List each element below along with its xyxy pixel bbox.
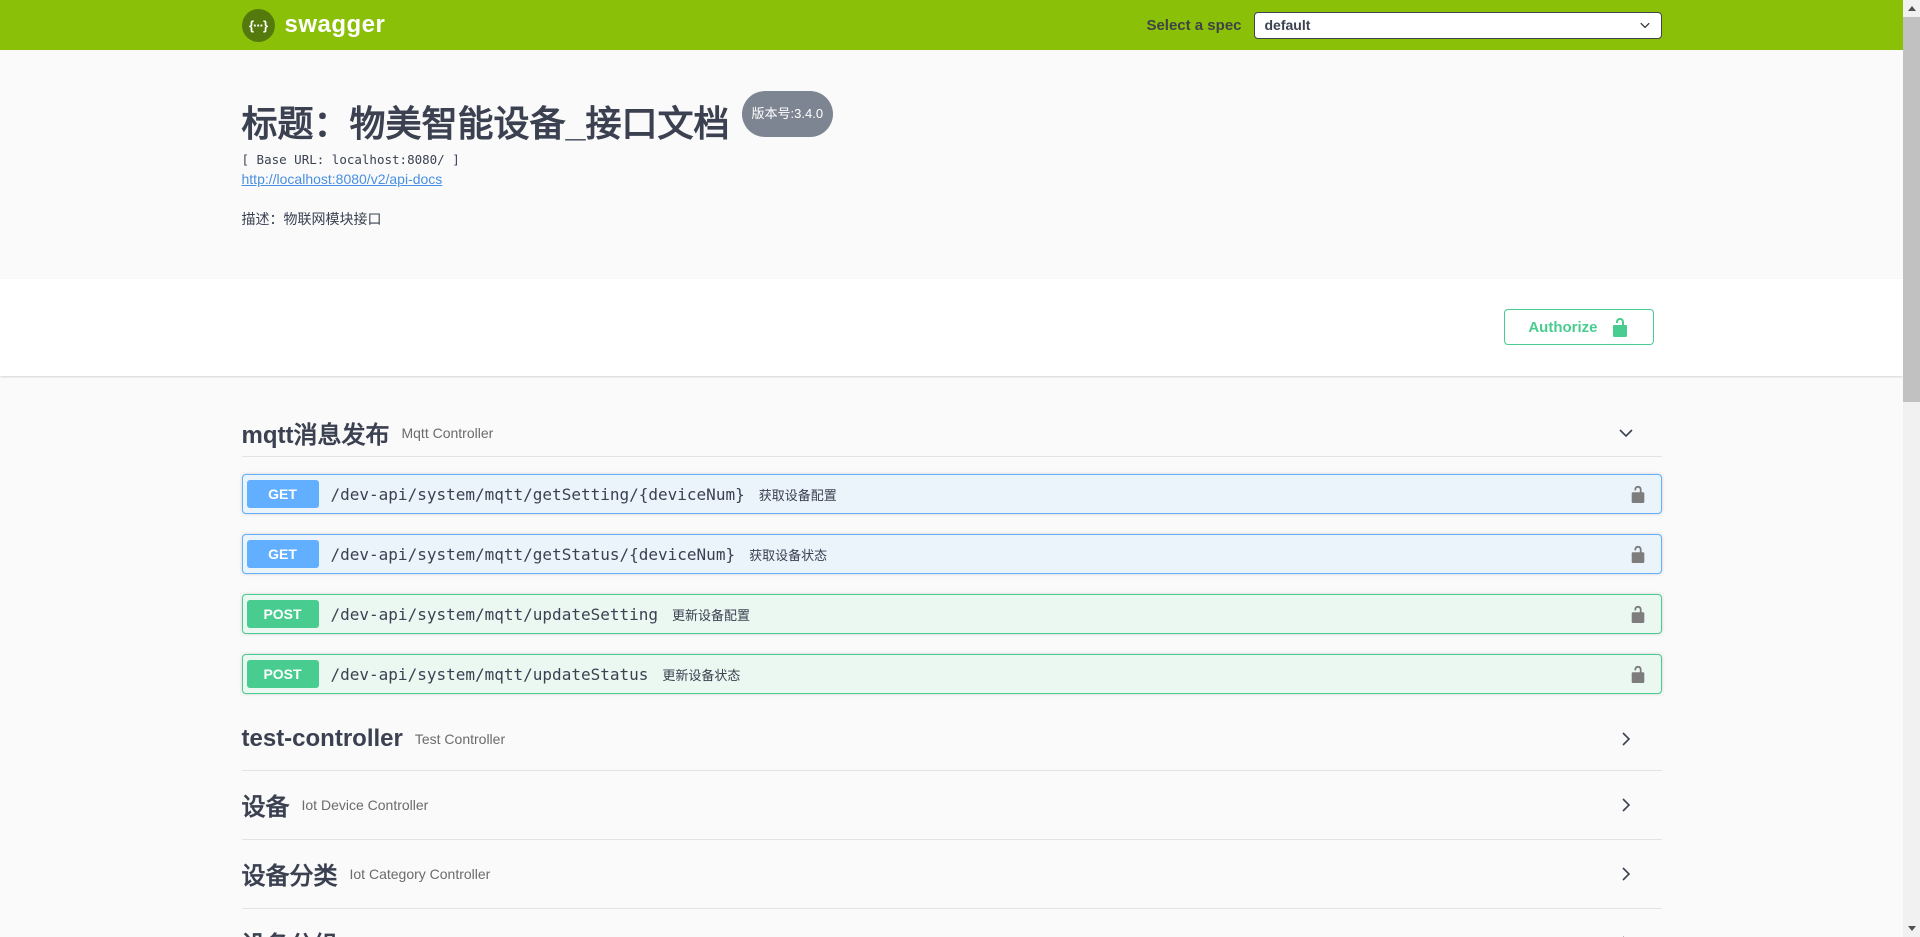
operations-list: mqtt消息发布 Mqtt Controller GET /dev-api/sy… [242,376,1662,937]
section-controller-name: Mqtt Controller [401,425,493,441]
authorize-button-label: Authorize [1528,319,1597,336]
section-header-mqtt[interactable]: mqtt消息发布 Mqtt Controller [242,410,1662,457]
api-description: 描述：物联网模块接口 [242,209,1662,229]
triangle-up-icon [1908,6,1916,11]
scrollbar-up-button[interactable] [1903,0,1920,17]
chevron-down-icon [1616,423,1636,443]
lock-icon-button[interactable] [1629,485,1647,503]
operation-path: /dev-api/system/mqtt/getSetting/{deviceN… [331,485,745,504]
chevron-right-icon [1616,933,1636,937]
swagger-logo-text: swagger [285,11,386,39]
method-badge: POST [247,600,319,628]
swagger-logo-icon: {···} [242,9,275,42]
operation-path: /dev-api/system/mqtt/getStatus/{deviceNu… [331,545,736,564]
swagger-logo-link[interactable]: {···} swagger [242,9,386,42]
operation-rows: GET /dev-api/system/mqtt/getSetting/{dev… [242,457,1662,709]
spec-select-value: default [1265,17,1311,33]
section-title: 设备 [242,787,290,822]
operation-path: /dev-api/system/mqtt/updateSetting [331,605,659,624]
scrollbar-down-button[interactable] [1903,920,1920,937]
topbar: {···} swagger Select a spec default [0,0,1903,50]
operation-summary: 更新设备配置 [672,605,750,624]
operation-path: /dev-api/system/mqtt/updateStatus [331,665,649,684]
section-title: test-controller [242,725,403,753]
unlock-icon [1610,317,1630,337]
lock-icon-button[interactable] [1629,605,1647,623]
base-url: [ Base URL: localhost:8080/ ] [242,152,1662,167]
section-title: 设备分组 [242,925,338,937]
authorize-button[interactable]: Authorize [1504,309,1653,345]
swagger-ui-page: {···} swagger Select a spec default 标题：物… [0,0,1903,937]
operation-row-getStatus[interactable]: GET /dev-api/system/mqtt/getStatus/{devi… [242,534,1662,574]
section-controller-name: Iot Category Controller [350,866,491,882]
chevron-down-icon [1639,19,1651,31]
spec-selector-group: Select a spec default [1146,12,1661,39]
chevron-right-icon [1616,864,1636,884]
section-header-test-controller[interactable]: test-controller Test Controller [242,709,1662,771]
chevron-right-icon [1616,729,1636,749]
spec-select-dropdown[interactable]: default [1254,12,1662,39]
spec-select-label: Select a spec [1146,17,1241,34]
triangle-down-icon [1908,926,1916,931]
operation-row-updateSetting[interactable]: POST /dev-api/system/mqtt/updateSetting … [242,594,1662,634]
method-badge: GET [247,540,319,568]
method-badge: POST [247,660,319,688]
operation-summary: 获取设备状态 [749,545,827,564]
api-title-text: 标题：物美智能设备_接口文档 [242,103,730,144]
scheme-container: Authorize [0,279,1903,376]
chevron-right-icon [1616,795,1636,815]
section-title: mqtt消息发布 [242,415,390,450]
scrollbar-thumb[interactable] [1903,17,1920,402]
lock-icon-button[interactable] [1629,665,1647,683]
section-controller-name: Test Controller [415,731,505,747]
operation-row-getSetting[interactable]: GET /dev-api/system/mqtt/getSetting/{dev… [242,474,1662,514]
section-header-iot-group[interactable]: 设备分组 Iot Group Controller [242,909,1662,937]
section-controller-name: Iot Device Controller [302,797,429,813]
api-title: 标题：物美智能设备_接口文档版本号:3.4.0 [242,96,1662,144]
operation-row-updateStatus[interactable]: POST /dev-api/system/mqtt/updateStatus 更… [242,654,1662,694]
operation-summary: 获取设备配置 [759,485,837,504]
section-header-iot-device[interactable]: 设备 Iot Device Controller [242,771,1662,840]
lock-icon-button[interactable] [1629,545,1647,563]
api-docs-link[interactable]: http://localhost:8080/v2/api-docs [242,171,443,187]
method-badge: GET [247,480,319,508]
vertical-scrollbar[interactable] [1903,0,1920,937]
version-badge: 版本号:3.4.0 [742,91,834,137]
info-section: 标题：物美智能设备_接口文档版本号:3.4.0 [ Base URL: loca… [0,50,1903,279]
section-header-iot-category[interactable]: 设备分类 Iot Category Controller [242,840,1662,909]
operation-summary: 更新设备状态 [662,665,740,684]
section-title: 设备分类 [242,856,338,891]
